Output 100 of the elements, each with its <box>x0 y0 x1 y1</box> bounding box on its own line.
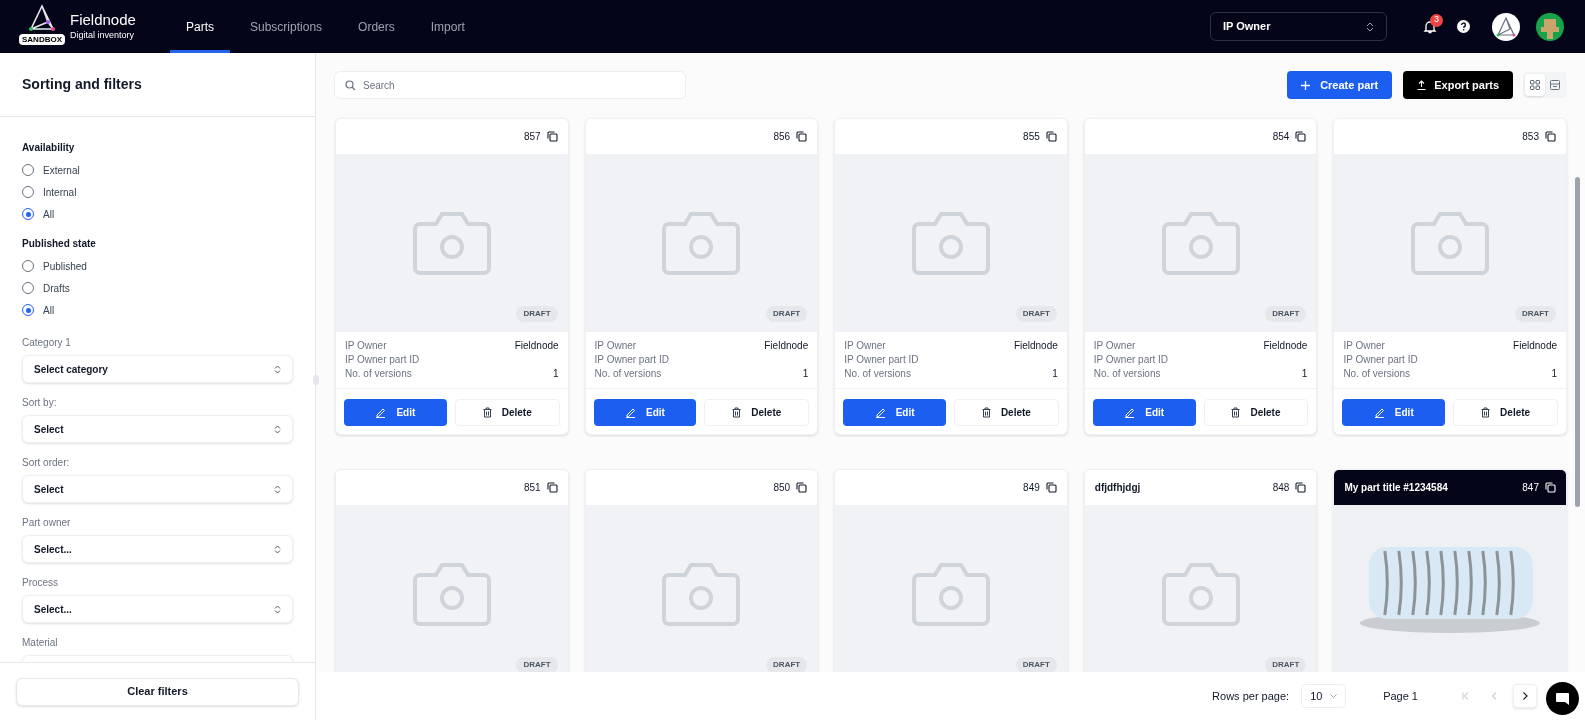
part-number: 854 <box>1272 130 1290 144</box>
copy-icon[interactable] <box>546 482 558 493</box>
chevron-icon <box>1520 691 1530 701</box>
trash-icon <box>981 407 991 418</box>
nav-tab[interactable]: Import <box>414 0 481 53</box>
search-field[interactable]: Search <box>334 71 686 99</box>
create-part-button[interactable]: Create part <box>1287 71 1393 99</box>
field-label: IP Owner part ID <box>345 352 420 367</box>
copy-icon[interactable] <box>1545 131 1556 142</box>
field-label: IP Owner part ID <box>1093 352 1169 367</box>
resize-handle[interactable] <box>313 375 319 385</box>
part-number: 849 <box>1023 481 1040 495</box>
field-value: Fieldnode <box>514 338 559 353</box>
camera-icon <box>1160 210 1241 276</box>
copy-icon[interactable] <box>1295 131 1307 142</box>
part-card[interactable]: My part title #1234584 847 <box>1333 469 1567 672</box>
help-icon[interactable] <box>1457 20 1470 33</box>
edit-button[interactable]: Edit <box>344 399 447 426</box>
edit-button[interactable]: Edit <box>1092 399 1196 426</box>
status-badge: DRAFT <box>1015 657 1057 672</box>
field-value: Fieldnode <box>1513 338 1557 353</box>
bell-icon <box>1422 18 1438 35</box>
nav-tab[interactable]: Orders <box>342 0 411 53</box>
filter-label: Process <box>22 576 60 590</box>
part-card[interactable]: 854 DRAFT IP Owner Fieldnode IP Owner part ID No. of versions 1 Edit Delete <box>1083 118 1318 435</box>
camera-icon <box>911 561 991 627</box>
chevron-updown-icon <box>1366 21 1374 32</box>
part-card[interactable]: 849 DRAFT <box>834 469 1068 672</box>
export-parts-button[interactable]: Export parts <box>1403 71 1513 99</box>
user-avatar[interactable] <box>1536 12 1564 41</box>
part-card[interactable]: 856 DRAFT IP Owner Fieldnode IP Owner part ID No. of versions 1 Edit Delete <box>584 118 819 435</box>
logo-icon <box>28 3 56 34</box>
notification-button[interactable]: 3 <box>1417 13 1443 40</box>
copy-icon[interactable] <box>1045 482 1057 493</box>
delete-button[interactable]: Delete <box>1203 399 1309 426</box>
field-value: 1 <box>553 366 559 381</box>
camera-icon <box>411 561 492 627</box>
edit-button[interactable]: Edit <box>843 399 946 426</box>
delete-button[interactable]: Delete <box>1453 399 1558 426</box>
delete-button[interactable]: Delete <box>704 399 810 426</box>
field-value: Fieldnode <box>764 338 809 353</box>
rows-per-page-select[interactable]: 10 <box>1301 684 1347 708</box>
field-label: IP Owner <box>345 338 387 353</box>
page-label: Page 1 <box>1383 688 1418 704</box>
field-value: 1 <box>1301 366 1308 381</box>
chat-icon <box>1555 691 1570 706</box>
copy-icon[interactable] <box>546 131 558 142</box>
workspace-avatar[interactable] <box>1492 12 1520 41</box>
chevron-updown-icon <box>274 604 281 614</box>
camera-icon <box>661 561 742 627</box>
camera-icon <box>1160 561 1241 627</box>
select-field[interactable]: Select category <box>22 355 293 383</box>
copy-icon[interactable] <box>796 482 808 493</box>
filter-label: Sort order: <box>22 456 71 470</box>
field-label: IP Owner part ID <box>1343 352 1418 367</box>
field-label: IP Owner <box>1093 338 1136 353</box>
part-card[interactable]: 855 DRAFT IP Owner Fieldnode IP Owner part ID No. of versions 1 Edit Delete <box>834 118 1068 435</box>
radio-label: Published <box>43 259 87 274</box>
clear-filters-button[interactable]: Clear filters <box>16 677 299 706</box>
part-card[interactable]: 853 DRAFT IP Owner Fieldnode IP Owner part ID No. of versions 1 Edit Delete <box>1333 118 1567 435</box>
pencil-icon <box>1373 407 1385 418</box>
plus-icon <box>1301 80 1311 90</box>
part-card[interactable]: 857 DRAFT IP Owner Fieldnode IP Owner part ID No. of versions 1 Edit Delete <box>335 118 569 435</box>
chevron-updown-icon <box>274 484 281 494</box>
select-field[interactable]: Select... <box>22 535 293 563</box>
copy-icon[interactable] <box>1045 131 1057 142</box>
status-badge: DRAFT <box>1265 306 1307 322</box>
filter-label: Material <box>22 636 59 650</box>
edit-button[interactable]: Edit <box>1342 399 1446 426</box>
field-label: IP Owner <box>594 338 637 353</box>
radio-label: All <box>43 303 55 318</box>
pencil-icon <box>874 407 886 418</box>
part-card[interactable]: dfjdfhjdgj 848 DRAFT <box>1083 469 1318 672</box>
trash-icon <box>1231 407 1241 418</box>
nav-tab[interactable]: Subscriptions <box>234 0 339 53</box>
status-badge: DRAFT <box>766 306 808 322</box>
copy-icon[interactable] <box>796 131 808 142</box>
delete-button[interactable]: Delete <box>954 399 1059 426</box>
filter-label: Sort by: <box>22 396 58 410</box>
upload-icon <box>1417 80 1427 90</box>
copy-icon[interactable] <box>1295 482 1307 493</box>
view-toggle[interactable] <box>1525 74 1545 96</box>
notification-count: 3 <box>1430 13 1443 27</box>
filter-label: Part owner <box>22 516 72 530</box>
edit-button[interactable]: Edit <box>593 399 697 426</box>
scrollbar[interactable] <box>1575 177 1580 507</box>
field-value: Fieldnode <box>1013 338 1058 353</box>
grid-view-icon <box>1530 80 1540 90</box>
delete-button[interactable]: Delete <box>454 399 560 426</box>
app-name: Fieldnode <box>70 10 136 30</box>
part-card[interactable]: 851 DRAFT <box>335 469 569 672</box>
role-select[interactable]: IP Owner <box>1210 12 1387 41</box>
field-label: IP Owner <box>1343 338 1385 353</box>
chevron-updown-icon <box>274 364 281 374</box>
select-field[interactable]: Select... <box>22 595 293 623</box>
copy-icon[interactable] <box>1545 482 1556 493</box>
part-card[interactable]: 850 DRAFT <box>584 469 819 672</box>
select-field[interactable]: Select <box>22 475 293 503</box>
select-field[interactable]: Select <box>22 415 293 443</box>
field-value: Fieldnode <box>1263 338 1308 353</box>
